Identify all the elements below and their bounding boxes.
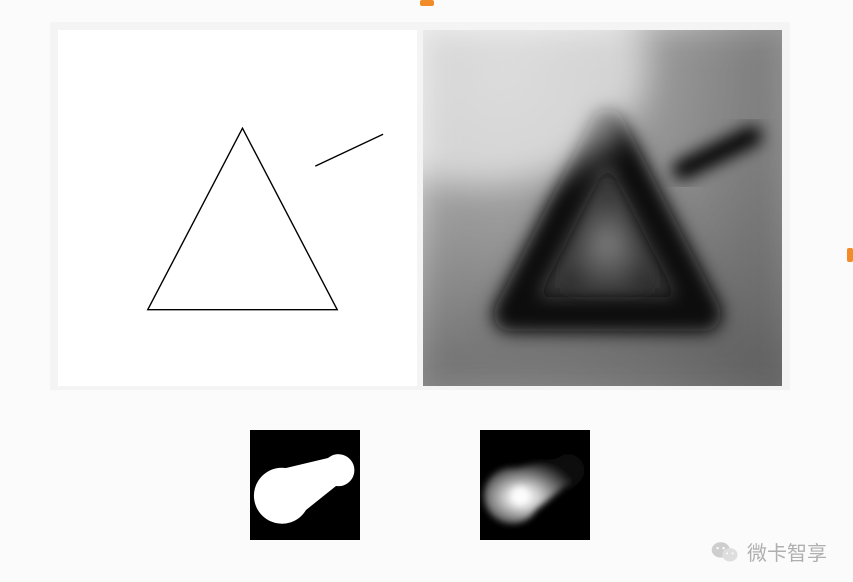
pill-binary-svg <box>250 430 360 540</box>
panel-original-outline <box>58 30 417 386</box>
triangle-outline-svg <box>58 30 417 386</box>
pill-distance-svg <box>480 430 590 540</box>
top-indicator <box>420 0 434 6</box>
figure-panel-container <box>50 22 790 390</box>
watermark: 微卡智享 <box>711 537 827 566</box>
distance-transform-svg <box>423 30 782 386</box>
wechat-icon <box>711 540 739 564</box>
panel-distance-transform <box>423 30 782 386</box>
thumb-pill-binary <box>250 430 360 540</box>
thumbnail-row <box>50 430 790 540</box>
watermark-text: 微卡智享 <box>747 537 827 566</box>
thumb-pill-distance <box>480 430 590 540</box>
side-indicator <box>847 248 853 262</box>
